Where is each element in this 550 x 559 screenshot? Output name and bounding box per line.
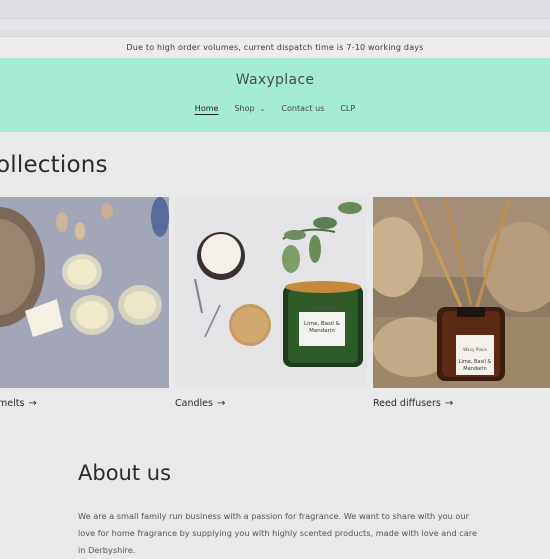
candles-image bbox=[175, 197, 367, 388]
collection-card-candles[interactable]: Waxy Place Lime, Basil & Mandarin bbox=[175, 197, 367, 388]
arrow-right-icon: → bbox=[216, 398, 226, 409]
arrow-right-icon: → bbox=[28, 398, 37, 409]
nav-item-label: CLP bbox=[340, 104, 356, 113]
collection-link-candles[interactable]: Candles → bbox=[175, 398, 225, 409]
nav-item-clp[interactable]: CLP bbox=[340, 104, 355, 113]
about-text: We are a small family run business with … bbox=[78, 511, 478, 555]
nav-item-shop[interactable]: Shop ⌄ bbox=[234, 104, 265, 113]
collection-link-reed-diffusers[interactable]: Reed diffusers → bbox=[373, 398, 453, 409]
jar-label-text: Lime, Basil & Mandarin bbox=[304, 321, 340, 334]
nav-item-label: Contact us bbox=[281, 104, 325, 113]
chevron-down-icon: ⌄ bbox=[259, 104, 266, 113]
main-nav: Home Shop ⌄ Contact us CLP bbox=[0, 104, 550, 113]
jar-label-text: Lime, Basil & Mandarin bbox=[458, 359, 492, 372]
collection-card-reed-diffusers[interactable]: Waxy Place Lime, Basil & Mandarin bbox=[373, 197, 550, 388]
about-heading: About us bbox=[78, 461, 172, 485]
nav-item-home[interactable]: Home bbox=[195, 104, 219, 113]
site-header: Waxyplace Home Shop ⌄ Contact us CLP bbox=[0, 58, 550, 132]
jar-top-text: Waxy Place bbox=[463, 347, 487, 352]
nav-item-label: Home bbox=[194, 104, 219, 113]
collection-label: Candles bbox=[175, 398, 213, 409]
site-logo[interactable]: Waxyplace bbox=[0, 72, 550, 88]
announcement-text: Due to high order volumes, current dispa… bbox=[126, 43, 424, 52]
collections-heading: ollections bbox=[0, 152, 108, 178]
collection-label: Reed diffusers bbox=[373, 398, 441, 409]
announcement-bar: Due to high order volumes, current dispa… bbox=[0, 36, 550, 58]
collection-link-melts[interactable]: melts → bbox=[0, 398, 37, 409]
jar-top-text: Waxy Place bbox=[309, 307, 335, 312]
collection-card-melts[interactable] bbox=[0, 197, 169, 388]
wax-melts-image bbox=[0, 197, 169, 388]
nav-item-contact[interactable]: Contact us bbox=[281, 104, 324, 113]
nav-item-label: Shop bbox=[234, 104, 255, 113]
browser-chrome bbox=[0, 0, 550, 36]
collection-label: melts bbox=[0, 398, 25, 409]
browser-address-strip bbox=[0, 18, 550, 30]
arrow-right-icon: → bbox=[444, 398, 454, 409]
